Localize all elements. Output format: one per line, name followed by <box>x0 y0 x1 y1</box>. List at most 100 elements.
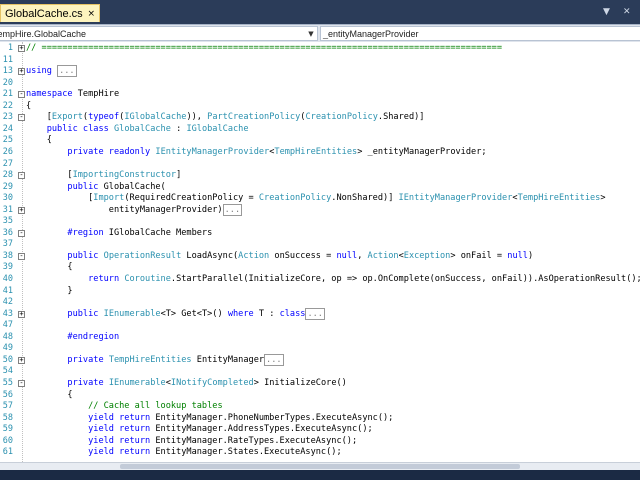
code-line[interactable]: 27 <box>0 159 640 171</box>
horizontal-scrollbar[interactable] <box>0 462 640 470</box>
code-editor[interactable]: 1 +// ===================================… <box>0 42 640 462</box>
code-line[interactable]: 49 <box>0 343 640 355</box>
code-line[interactable]: 26 private readonly IEntityManagerProvid… <box>0 147 640 159</box>
code-line[interactable]: 43 + public IEnumerable<T> Get<T>() where… <box>0 307 640 321</box>
code-text: private readonly IEntityManagerProvider<… <box>67 146 487 157</box>
code-line[interactable]: 50 + private TempHireEntities EntityManag… <box>0 353 640 367</box>
code-line[interactable]: 28- [ImportingConstructor] <box>0 170 640 182</box>
line-number: 27 <box>2 158 13 169</box>
expand-icon[interactable]: + <box>18 45 25 52</box>
collapse-icon[interactable]: - <box>18 172 25 180</box>
line-number: 39 <box>2 262 13 273</box>
code-line[interactable]: 56 { <box>0 390 640 402</box>
code-line[interactable]: 54 <box>0 366 640 378</box>
document-tab-bar: GlobalCache.cs × ▼ ✕ TempHire.GlobalCach… <box>0 0 640 42</box>
code-line[interactable]: 30 [Import(RequiredCreationPolicy = Crea… <box>0 193 640 205</box>
line-number: 60 <box>2 435 13 446</box>
code-line[interactable]: 13 + using ... <box>0 65 640 78</box>
line-number: 24 <box>2 123 13 134</box>
code-line[interactable]: 29 public GlobalCache( <box>0 182 640 194</box>
code-line[interactable]: 31 + entityManagerProvider)... <box>0 203 640 217</box>
line-number: 35 <box>2 216 13 227</box>
line-number: 42 <box>2 297 13 308</box>
type-dropdown[interactable]: TempHire.GlobalCache ▼ <box>0 26 318 41</box>
code-line[interactable]: 37 <box>0 239 640 251</box>
code-text: // Cache all lookup tables <box>88 401 223 412</box>
line-number: 43 <box>2 308 13 319</box>
close-icon[interactable]: × <box>87 9 95 19</box>
member-dropdown-value: _entityManagerProvider <box>323 28 419 39</box>
code-line[interactable]: 36- #region IGlobalCache Members <box>0 228 640 240</box>
close-icon[interactable]: ✕ <box>623 7 631 17</box>
code-line[interactable]: 20 <box>0 78 640 90</box>
code-line[interactable]: 58 yield return EntityManager.PhoneNumbe… <box>0 413 640 425</box>
line-number: 48 <box>2 331 13 342</box>
line-number: 26 <box>2 146 13 157</box>
code-text: { <box>26 262 73 273</box>
tab-label: GlobalCache.cs <box>5 7 83 20</box>
code-text: #endregion <box>67 331 120 342</box>
scrollbar-thumb[interactable] <box>120 464 520 469</box>
navigation-bar: TempHire.GlobalCache ▼ _entityManagerPro… <box>0 24 640 42</box>
line-number: 41 <box>2 285 13 296</box>
line-number: 20 <box>2 77 13 88</box>
code-line[interactable]: 23- [Export(typeof(IGlobalCache)), PartC… <box>0 112 640 124</box>
line-number: 58 <box>2 412 13 423</box>
line-number: 13 <box>2 66 13 77</box>
code-line[interactable]: 47 <box>0 320 640 332</box>
code-line[interactable]: 41 } <box>0 286 640 298</box>
line-number: 37 <box>2 239 13 250</box>
code-text: yield return EntityManager.AddressTypes.… <box>88 424 373 435</box>
code-text: } <box>26 285 73 296</box>
code-line[interactable]: 59 yield return EntityManager.AddressTyp… <box>0 424 640 436</box>
line-number: 23 <box>2 112 13 123</box>
code-text: { <box>26 389 73 400</box>
collapse-icon[interactable]: - <box>18 252 25 260</box>
expand-icon[interactable]: + <box>18 206 25 214</box>
code-line[interactable]: 24 public class GlobalCache : IGlobalCac… <box>0 124 640 136</box>
code-line[interactable]: 38- public OperationResult LoadAsync(Act… <box>0 251 640 263</box>
dropdown-icon[interactable]: ▼ <box>603 7 610 17</box>
expand-icon[interactable]: + <box>18 310 25 318</box>
code-line[interactable]: 1 +// ===================================… <box>0 43 640 55</box>
chevron-down-icon: ▼ <box>308 29 314 38</box>
code-line[interactable]: 22 { <box>0 101 640 113</box>
code-line[interactable]: 40 return Coroutine.StartParallel(Initia… <box>0 274 640 286</box>
collapse-icon[interactable]: - <box>18 91 25 99</box>
code-text: public IEnumerable<T> Get<T>() where T :… <box>67 307 325 320</box>
code-line[interactable]: 61 yield return EntityManager.States.Exe… <box>0 447 640 459</box>
code-line[interactable]: 11 <box>0 55 640 67</box>
code-line[interactable]: 55- private IEnumerable<INotifyCompleted… <box>0 378 640 390</box>
code-line[interactable]: 57 // Cache all lookup tables <box>0 401 640 413</box>
code-line[interactable]: 21- namespace TempHire <box>0 89 640 101</box>
code-text: yield return EntityManager.RateTypes.Exe… <box>88 435 358 446</box>
code-line[interactable]: 48 #endregion <box>0 332 640 344</box>
expand-icon[interactable]: + <box>18 356 25 364</box>
line-number: 29 <box>2 181 13 192</box>
collapse-icon[interactable]: - <box>18 379 25 387</box>
code-line[interactable]: 42 <box>0 297 640 309</box>
code-text: entityManagerProvider)... <box>26 203 243 216</box>
code-line[interactable]: 39 { <box>0 262 640 274</box>
line-number: 28 <box>2 170 13 181</box>
line-number: 38 <box>2 250 13 261</box>
code-text: yield return EntityManager.PhoneNumberTy… <box>88 412 394 423</box>
collapse-icon[interactable]: - <box>18 229 25 237</box>
code-line[interactable]: 25 { <box>0 135 640 147</box>
code-text: [Export(typeof(IGlobalCache)), PartCreat… <box>26 112 425 123</box>
collapse-icon[interactable]: - <box>18 114 25 122</box>
line-number: 55 <box>2 377 13 388</box>
tab-globalcache-cs[interactable]: GlobalCache.cs × <box>0 4 100 22</box>
code-text: #region IGlobalCache Members <box>67 227 213 238</box>
expand-icon[interactable]: + <box>18 68 25 76</box>
code-text: public class GlobalCache : IGlobalCache <box>46 123 249 134</box>
line-number: 56 <box>2 389 13 400</box>
code-text: { <box>26 100 32 111</box>
code-line[interactable]: 35 <box>0 216 640 228</box>
code-line[interactable]: 60 yield return EntityManager.RateTypes.… <box>0 436 640 448</box>
member-dropdown[interactable]: _entityManagerProvider ▼ <box>320 26 640 41</box>
code-text: // =====================================… <box>26 43 502 53</box>
line-number: 21 <box>2 89 13 100</box>
line-number: 50 <box>2 354 13 365</box>
code-text: [Import(RequiredCreationPolicy = Creatio… <box>26 193 606 204</box>
